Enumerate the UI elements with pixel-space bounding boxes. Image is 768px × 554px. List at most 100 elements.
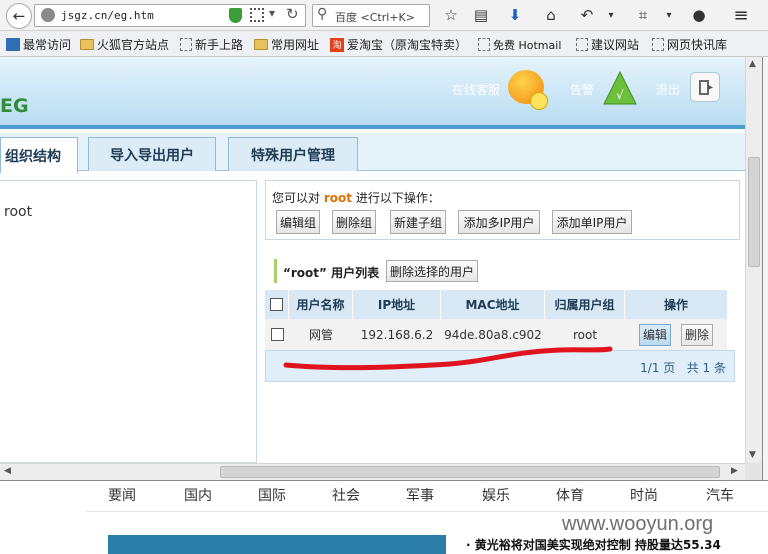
- operations-panel: 您可以对 root 进行以下操作： 编辑组 删除组 新建子组 添加多IP用户 添…: [265, 180, 740, 240]
- ops-prompt: 您可以对 root 进行以下操作：: [272, 191, 440, 205]
- reading-list-icon[interactable]: ▤: [470, 4, 492, 26]
- edit-user-button[interactable]: 编辑: [639, 323, 671, 346]
- bookmark-taobao[interactable]: 淘 爱淘宝（原淘宝特卖）: [330, 36, 467, 53]
- folder-icon: [254, 39, 268, 50]
- page-icon: [576, 38, 588, 51]
- scroll-left-icon[interactable]: ◀: [4, 466, 11, 476]
- shield-icon[interactable]: [229, 8, 242, 23]
- user-list-title: “root” 用户列表: [283, 266, 380, 280]
- nav-international[interactable]: 国际: [258, 485, 286, 505]
- bookmark-suggested[interactable]: 建议网站: [576, 36, 639, 53]
- pagination-text: 1/1 页 共 1 条: [640, 361, 726, 375]
- ops-target: root: [323, 191, 352, 205]
- tab-import-export[interactable]: 导入导出用户: [88, 137, 216, 171]
- page-icon: [180, 38, 192, 51]
- org-tree-panel: root: [0, 180, 257, 463]
- new-subgroup-button[interactable]: 新建子组: [390, 210, 446, 234]
- select-all-cell: [265, 290, 289, 319]
- news-headline[interactable]: · 黄光裕将对国美实现绝对控制 持股量达55.34: [466, 536, 721, 553]
- download-icon[interactable]: ⬇: [504, 4, 526, 26]
- col-header-username: 用户名称: [289, 290, 353, 319]
- delete-selected-users-button[interactable]: 删除选择的用户: [386, 260, 478, 282]
- vertical-scrollbar[interactable]: ▲ ▼: [745, 57, 762, 465]
- crop-icon[interactable]: ⌗: [632, 4, 654, 26]
- online-service-smiley-icon[interactable]: [508, 70, 548, 110]
- delete-group-button[interactable]: 删除组: [332, 210, 376, 234]
- back-arrow-icon[interactable]: ←: [6, 3, 32, 29]
- edit-group-button[interactable]: 编辑组: [276, 210, 320, 234]
- bookmark-getting-started[interactable]: 新手上路: [180, 36, 243, 53]
- page-icon: [478, 38, 490, 51]
- bookmark-firefox[interactable]: 火狐官方站点: [80, 36, 169, 53]
- globe-icon: [41, 8, 55, 22]
- tree-node-root[interactable]: root: [4, 204, 32, 220]
- vertical-scroll-thumb[interactable]: [748, 157, 760, 267]
- horizontal-scroll-thumb[interactable]: [220, 466, 720, 478]
- nav-sports[interactable]: 体育: [556, 485, 584, 505]
- nav-society[interactable]: 社会: [332, 485, 360, 505]
- chat-icon[interactable]: ●: [688, 4, 710, 26]
- tab-special-users[interactable]: 特殊用户管理: [228, 137, 358, 171]
- search-placeholder: 百度 <Ctrl+K>: [335, 11, 415, 24]
- select-all-checkbox[interactable]: [270, 298, 283, 311]
- bookmark-hotmail[interactable]: 免费 Hotmail: [478, 36, 561, 53]
- url-text: jsgz.cn/eg.htm: [61, 9, 154, 22]
- list-title-bar: [274, 259, 277, 283]
- scroll-right-icon[interactable]: ▶: [731, 466, 738, 476]
- nav-military[interactable]: 军事: [406, 485, 434, 505]
- search-icon: ⚲: [317, 6, 328, 22]
- home-icon[interactable]: ⌂: [540, 4, 562, 26]
- bookmark-star-icon[interactable]: ☆: [440, 4, 462, 26]
- logo: EG: [0, 95, 29, 117]
- taobao-icon: 淘: [330, 37, 344, 52]
- horizontal-scrollbar[interactable]: ◀ ▶: [0, 463, 745, 480]
- svg-text:√: √: [616, 88, 624, 102]
- red-scribble-mark: [283, 346, 613, 371]
- col-header-mac: MAC地址: [441, 290, 545, 319]
- undo-icon[interactable]: ↶: [576, 4, 598, 26]
- scroll-up-icon[interactable]: ▲: [749, 59, 756, 69]
- crop-menu-icon[interactable]: ▾: [658, 4, 680, 26]
- menu-icon[interactable]: ≡: [730, 4, 752, 26]
- add-multi-ip-user-button[interactable]: 添加多IP用户: [458, 210, 540, 234]
- online-service-label[interactable]: 在线客服: [452, 81, 500, 98]
- folder-icon: [80, 39, 94, 50]
- background-news-site: 要闻 国内 国际 社会 军事 娱乐 体育 时尚 汽车 · 黄光裕将对国美实现绝对…: [0, 480, 768, 554]
- divider: [86, 511, 768, 512]
- col-header-ip: IP地址: [353, 290, 441, 319]
- search-bar[interactable]: ⚲ 百度 <Ctrl+K>: [312, 4, 430, 27]
- delete-user-button[interactable]: 删除: [681, 323, 713, 346]
- news-image[interactable]: [108, 535, 446, 554]
- logout-door-icon[interactable]: ▸: [690, 72, 720, 102]
- watermark: www.wooyun.org: [562, 513, 714, 535]
- undo-menu-icon[interactable]: ▾: [600, 4, 622, 26]
- bookmark-web-slices[interactable]: 网页快讯库: [652, 36, 727, 53]
- browser-toolbar: ← jsgz.cn/eg.htm ▾ ↻ ⚲ 百度 <Ctrl+K> ☆ ▤ ⬇…: [0, 0, 768, 31]
- page-icon: [652, 38, 664, 51]
- col-header-actions: 操作: [625, 290, 727, 319]
- bookmark-most-visited[interactable]: 最常访问: [6, 36, 71, 53]
- background-window-edge: [762, 57, 768, 480]
- reload-icon[interactable]: ↻: [286, 5, 299, 23]
- logout-label[interactable]: 退出: [656, 81, 680, 98]
- scroll-down-icon[interactable]: ▼: [749, 450, 756, 460]
- bookmarks-bar: 最常访问 火狐官方站点 新手上路 常用网址 淘 爱淘宝（原淘宝特卖） 免费 Ho…: [0, 31, 768, 57]
- nav-news[interactable]: 要闻: [108, 485, 136, 505]
- alarm-label[interactable]: 告警: [570, 81, 594, 98]
- tab-org-structure[interactable]: 组织结构: [0, 137, 78, 173]
- app-header: EG 在线客服 告警 √ 退出 ▸: [0, 57, 745, 129]
- url-bar[interactable]: jsgz.cn/eg.htm ▾ ↻: [34, 4, 306, 27]
- bookmark-common-urls[interactable]: 常用网址: [254, 36, 319, 53]
- nav-domestic[interactable]: 国内: [184, 485, 212, 505]
- alarm-triangle-icon[interactable]: √: [602, 70, 638, 106]
- nav-entertainment[interactable]: 娱乐: [482, 485, 510, 505]
- col-header-group: 归属用户组: [545, 290, 625, 319]
- qr-code-icon[interactable]: [250, 8, 264, 22]
- dropdown-icon[interactable]: ▾: [269, 6, 275, 20]
- nav-fashion[interactable]: 时尚: [630, 485, 658, 505]
- tab-bar: 组织结构 导入导出用户 特殊用户管理: [0, 133, 745, 173]
- cell-actions: 编辑 删除: [625, 319, 727, 350]
- scroll-corner: [745, 463, 762, 480]
- nav-auto[interactable]: 汽车: [706, 485, 734, 505]
- add-single-ip-user-button[interactable]: 添加单IP用户: [552, 210, 632, 234]
